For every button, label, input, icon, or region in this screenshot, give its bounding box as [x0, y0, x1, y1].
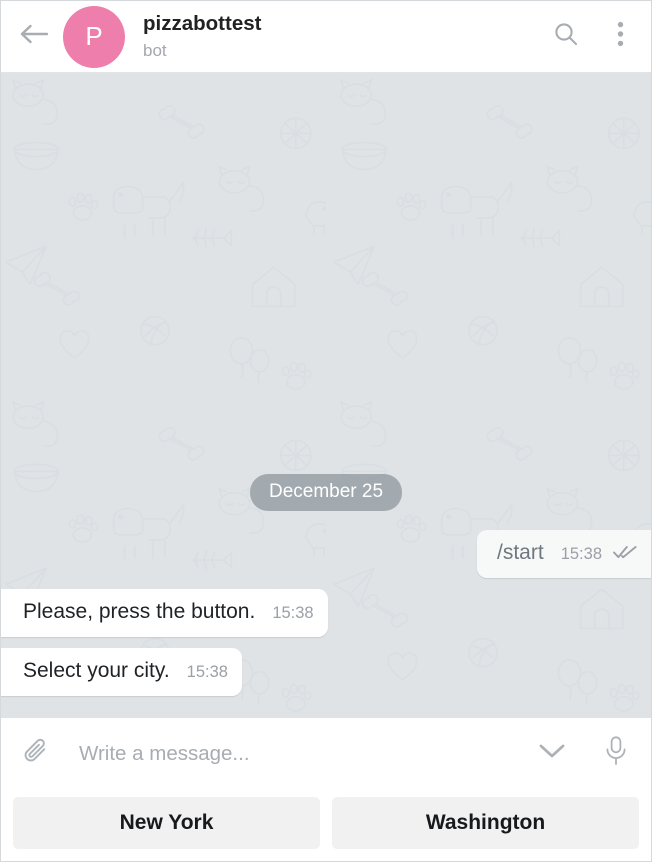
chat-header: P pizzabottest bot [1, 1, 651, 73]
message-text: Please, press the button. [23, 600, 256, 624]
message-bubble-incoming[interactable]: Please, press the button. 15:38 [1, 589, 328, 638]
emoji-toggle-button[interactable] [535, 735, 569, 773]
search-button[interactable] [549, 18, 583, 56]
message-row: /start 15:38 [1, 530, 651, 579]
keyboard-button-new-york[interactable]: New York [13, 797, 320, 849]
peer-status: bot [143, 40, 167, 60]
back-button[interactable] [11, 14, 57, 60]
message-timestamp: 15:38 [560, 545, 602, 564]
date-divider-row: December 25 [1, 473, 651, 512]
message-timestamp: 15:38 [272, 604, 314, 623]
more-vertical-icon [617, 21, 624, 52]
chat-message-area: December 25 /start 15:38 Please, press t… [1, 73, 651, 717]
more-menu-button[interactable] [603, 18, 637, 56]
double-check-icon [613, 545, 637, 559]
date-divider: December 25 [249, 473, 403, 512]
message-row: Please, press the button. 15:38 [1, 589, 651, 638]
attach-button[interactable] [15, 732, 59, 776]
message-text: Select your city. [23, 659, 170, 683]
page-title: pizzabottest [143, 12, 262, 36]
message-bubble-incoming[interactable]: Select your city. 15:38 [1, 648, 242, 696]
message-text[interactable]: /start [497, 540, 544, 567]
chevron-down-icon [538, 742, 566, 765]
microphone-icon [605, 736, 627, 771]
avatar[interactable]: P [63, 5, 125, 68]
telegram-chat-window: P pizzabottest bot December 25 /start 15… [0, 0, 652, 862]
voice-record-button[interactable] [599, 735, 633, 773]
message-bubble-outgoing[interactable]: /start 15:38 [477, 530, 651, 579]
search-icon [553, 21, 579, 52]
avatar-letter: P [85, 21, 103, 51]
search-input[interactable] [65, 731, 529, 776]
message-composer [1, 717, 651, 789]
peer-info[interactable]: pizzabottest bot [143, 11, 549, 62]
paperclip-icon [22, 736, 52, 771]
message-timestamp: 15:38 [186, 663, 228, 682]
composer-actions [535, 735, 633, 773]
reply-keyboard: New York Washington [1, 789, 651, 861]
header-actions [549, 18, 637, 56]
message-list: December 25 /start 15:38 Please, press t… [1, 473, 651, 717]
arrow-left-icon [19, 22, 49, 51]
message-row: Select your city. 15:38 [1, 648, 651, 696]
keyboard-button-washington[interactable]: Washington [332, 797, 639, 849]
